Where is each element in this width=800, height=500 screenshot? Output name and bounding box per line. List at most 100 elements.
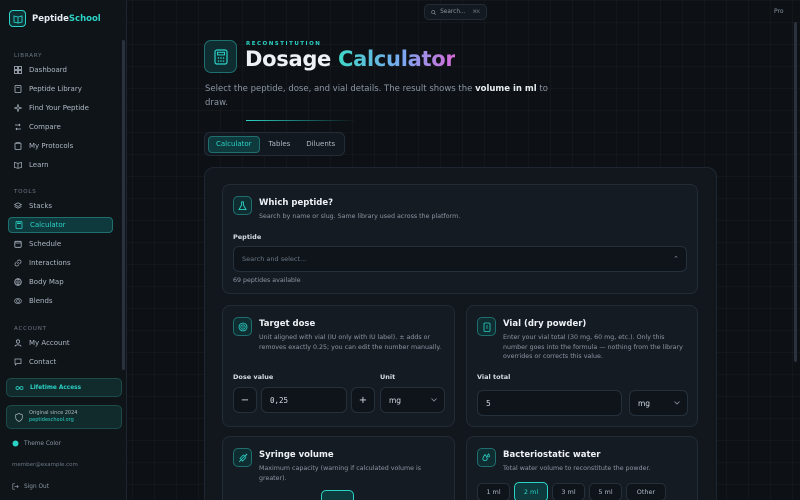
dose-card: Target dose Unit aligned with vial (IU o… xyxy=(222,305,455,427)
lifetime-access-label: Lifetime Access xyxy=(30,384,82,391)
vial-unit-select[interactable]: mg xyxy=(629,390,688,416)
tab-tables[interactable]: Tables xyxy=(262,136,298,153)
dose-card-subtitle: Unit aligned with vial (IU only with IU … xyxy=(259,334,442,351)
vial-unit-value: mg xyxy=(638,398,651,408)
sidebar-item-find-your-peptide[interactable]: Find Your Peptide xyxy=(8,100,113,116)
library-heading: LIBRARY xyxy=(14,53,43,59)
droplet-icon xyxy=(477,448,496,467)
sidebar-item-interactions[interactable]: Interactions xyxy=(8,255,113,271)
plan-badge: Pro xyxy=(774,8,784,15)
calendar-icon xyxy=(14,240,22,248)
sign-out-button[interactable]: Sign Out xyxy=(12,483,49,490)
sidebar-item-label: Learn xyxy=(29,161,49,169)
sparkle-icon xyxy=(14,104,22,112)
book-logo-icon xyxy=(9,10,26,27)
theme-color-button[interactable]: Theme Color xyxy=(12,440,61,447)
account-heading: ACCOUNT xyxy=(14,326,47,332)
water-option-5ml[interactable]: 5 ml xyxy=(589,483,622,500)
sidebar-item-label: Find Your Peptide xyxy=(29,104,89,112)
blend-icon xyxy=(14,298,22,304)
peptide-count: 69 peptides available xyxy=(233,277,301,284)
chat-icon xyxy=(14,358,22,366)
original-since-badge: Original since 2024 peptideschool.org xyxy=(6,405,122,429)
vial-card-subtitle: Enter your vial total (30 mg, 60 mg, etc… xyxy=(503,334,683,360)
water-option-3ml[interactable]: 3 ml xyxy=(552,483,585,500)
sidebar-item-label: My Account xyxy=(29,339,70,347)
water-card-title: Bacteriostatic water xyxy=(503,450,601,460)
bacteriostatic-water-card: Bacteriostatic water Total water volume … xyxy=(466,436,698,500)
peptide-select-placeholder: Search and select... xyxy=(242,255,307,263)
increment-button[interactable]: + xyxy=(351,387,375,413)
water-option-1ml[interactable]: 1 ml xyxy=(477,483,510,500)
tab-diluents[interactable]: Diluents xyxy=(299,136,342,153)
sidebar-item-compare[interactable]: Compare xyxy=(8,119,113,135)
tab-calculator[interactable]: Calculator xyxy=(208,135,260,153)
peptide-field-label: Peptide xyxy=(233,233,262,241)
sign-out-label: Sign Out xyxy=(24,483,49,490)
sidebar-item-schedule[interactable]: Schedule xyxy=(8,236,113,252)
peptide-card-title: Which peptide? xyxy=(259,198,334,208)
search-placeholder: Search... xyxy=(440,9,466,15)
dose-unit-value: mg xyxy=(389,395,402,405)
sign-out-icon xyxy=(12,483,19,490)
sidebar-item-body-map[interactable]: Body Map xyxy=(8,274,113,290)
sidebar-scrollbar[interactable] xyxy=(122,40,125,370)
lifetime-access-badge[interactable]: Lifetime Access xyxy=(6,378,122,397)
tab-bar: Calculator Tables Diluents xyxy=(204,132,345,156)
layers-icon xyxy=(14,202,22,209)
dose-value-label: Dose value xyxy=(233,373,274,381)
peptide-card: Which peptide? Search by name or slug. S… xyxy=(222,184,698,294)
brand[interactable]: PeptideSchool xyxy=(9,10,101,27)
page-title: Dosage Calculator xyxy=(245,47,456,71)
sidebar-item-learn[interactable]: Learn xyxy=(8,157,113,173)
infinity-icon xyxy=(15,385,24,390)
search-shortcut: ⌘K xyxy=(472,9,480,15)
page-description: Select the peptide, dose, and vial detai… xyxy=(205,84,548,108)
search-icon xyxy=(431,9,436,15)
peptide-card-subtitle: Search by name or slug. Same library use… xyxy=(259,213,461,220)
decrement-button[interactable]: − xyxy=(233,387,257,413)
sidebar-item-label: Schedule xyxy=(29,240,62,248)
main-scrollbar[interactable] xyxy=(794,22,797,362)
sidebar-item-contact[interactable]: Contact xyxy=(8,354,113,370)
water-option-2ml[interactable]: 2 ml xyxy=(514,482,548,500)
sidebar-item-stacks[interactable]: Stacks xyxy=(8,198,113,214)
dose-value-input[interactable]: 0,25 xyxy=(261,387,347,413)
sidebar-item-label: Calculator xyxy=(30,221,66,229)
water-option-other[interactable]: Other xyxy=(626,483,666,500)
sidebar-item-my-account[interactable]: My Account xyxy=(8,335,113,351)
vial-total-input[interactable]: 5 xyxy=(477,390,622,416)
theme-color-label: Theme Color xyxy=(24,440,61,447)
header-divider xyxy=(246,120,356,121)
tools-heading: TOOLS xyxy=(14,189,37,195)
peptide-select[interactable]: Search and select... ⌃ xyxy=(233,246,687,272)
sidebar-item-my-protocols[interactable]: My Protocols xyxy=(8,138,113,154)
user-email: member@example.com xyxy=(12,462,78,468)
sidebar-item-label: Dashboard xyxy=(29,66,67,74)
chevron-down-icon xyxy=(431,398,437,402)
sidebar-item-peptide-library[interactable]: Peptide Library xyxy=(8,81,113,97)
sidebar: PeptideSchool LIBRARY Dashboard Peptide … xyxy=(0,0,127,500)
open-book-icon xyxy=(14,162,22,169)
sidebar-item-dashboard[interactable]: Dashboard xyxy=(8,62,113,78)
book-icon xyxy=(14,85,22,93)
search-bar[interactable]: Search... ⌘K xyxy=(424,4,487,20)
syringe-icon xyxy=(233,448,252,467)
shield-icon xyxy=(15,412,23,422)
syringe-option-selected[interactable] xyxy=(321,490,354,500)
sidebar-item-calculator[interactable]: Calculator xyxy=(8,217,113,233)
compare-icon xyxy=(15,123,21,131)
calculator-icon xyxy=(15,221,23,229)
original-text: Original since 2024 peptideschool.org xyxy=(29,410,78,423)
dose-unit-select[interactable]: mg xyxy=(380,387,445,413)
brand-name: PeptideSchool xyxy=(32,13,101,24)
sidebar-item-blends[interactable]: Blends xyxy=(8,293,113,309)
sidebar-item-label: Contact xyxy=(29,358,57,366)
calculator-icon xyxy=(204,40,237,73)
vial-card-title: Vial (dry powder) xyxy=(503,319,587,329)
syringe-card-title: Syringe volume xyxy=(259,450,334,460)
target-icon xyxy=(233,317,252,336)
flask-icon xyxy=(233,196,252,215)
palette-icon xyxy=(12,440,19,447)
chevron-down-icon xyxy=(674,401,680,405)
